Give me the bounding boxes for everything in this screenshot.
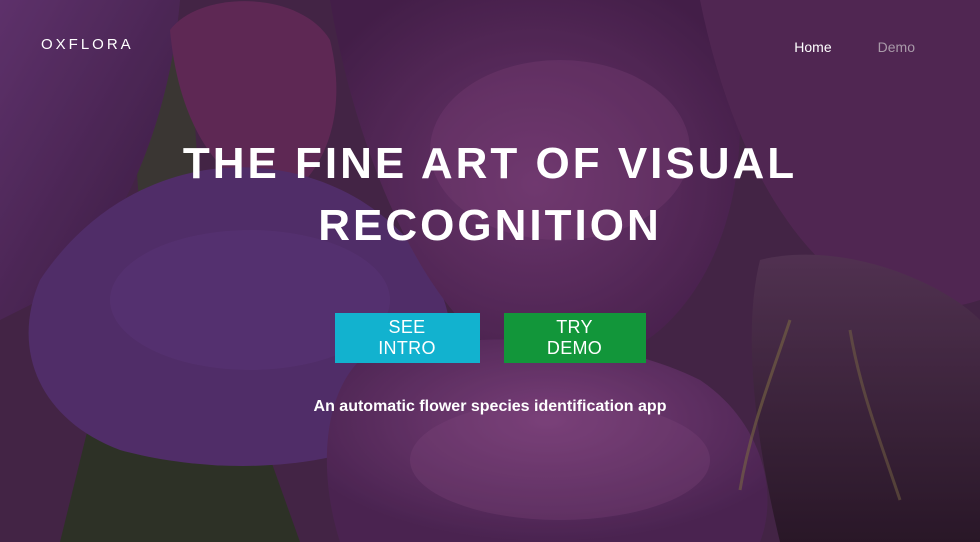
see-intro-button[interactable]: SEE INTRO <box>334 313 480 363</box>
headline-line-2: RECOGNITION <box>318 201 662 250</box>
try-demo-button[interactable]: TRY DEMO <box>503 313 646 363</box>
hero-tagline: An automatic flower species identificati… <box>313 398 667 415</box>
nav-demo-link[interactable]: Demo <box>878 39 915 55</box>
brand-logo[interactable]: OXFLORA <box>41 36 134 53</box>
hero-buttons: SEE INTRO TRY DEMO <box>0 313 980 363</box>
hero-overlay <box>0 0 980 542</box>
hero-headline: THE FINE ART OF VISUAL RECOGNITION <box>0 133 980 257</box>
top-nav: Home Demo <box>794 39 915 55</box>
nav-home-link[interactable]: Home <box>794 39 831 55</box>
headline-line-1: THE FINE ART OF VISUAL <box>182 139 798 188</box>
hero-section: OXFLORA Home Demo THE FINE ART OF VISUAL… <box>0 0 980 542</box>
